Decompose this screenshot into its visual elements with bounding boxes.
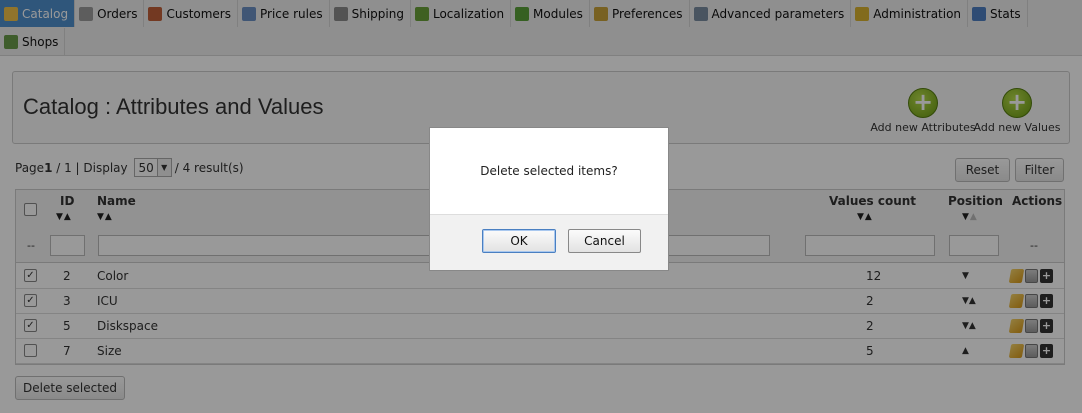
cancel-button[interactable]: Cancel [568, 229, 641, 253]
ok-button[interactable]: OK [482, 229, 556, 253]
dialog-footer: OK Cancel [430, 214, 668, 270]
dialog-message: Delete selected items? [480, 164, 618, 178]
confirm-dialog: Delete selected items? OK Cancel [429, 127, 669, 271]
